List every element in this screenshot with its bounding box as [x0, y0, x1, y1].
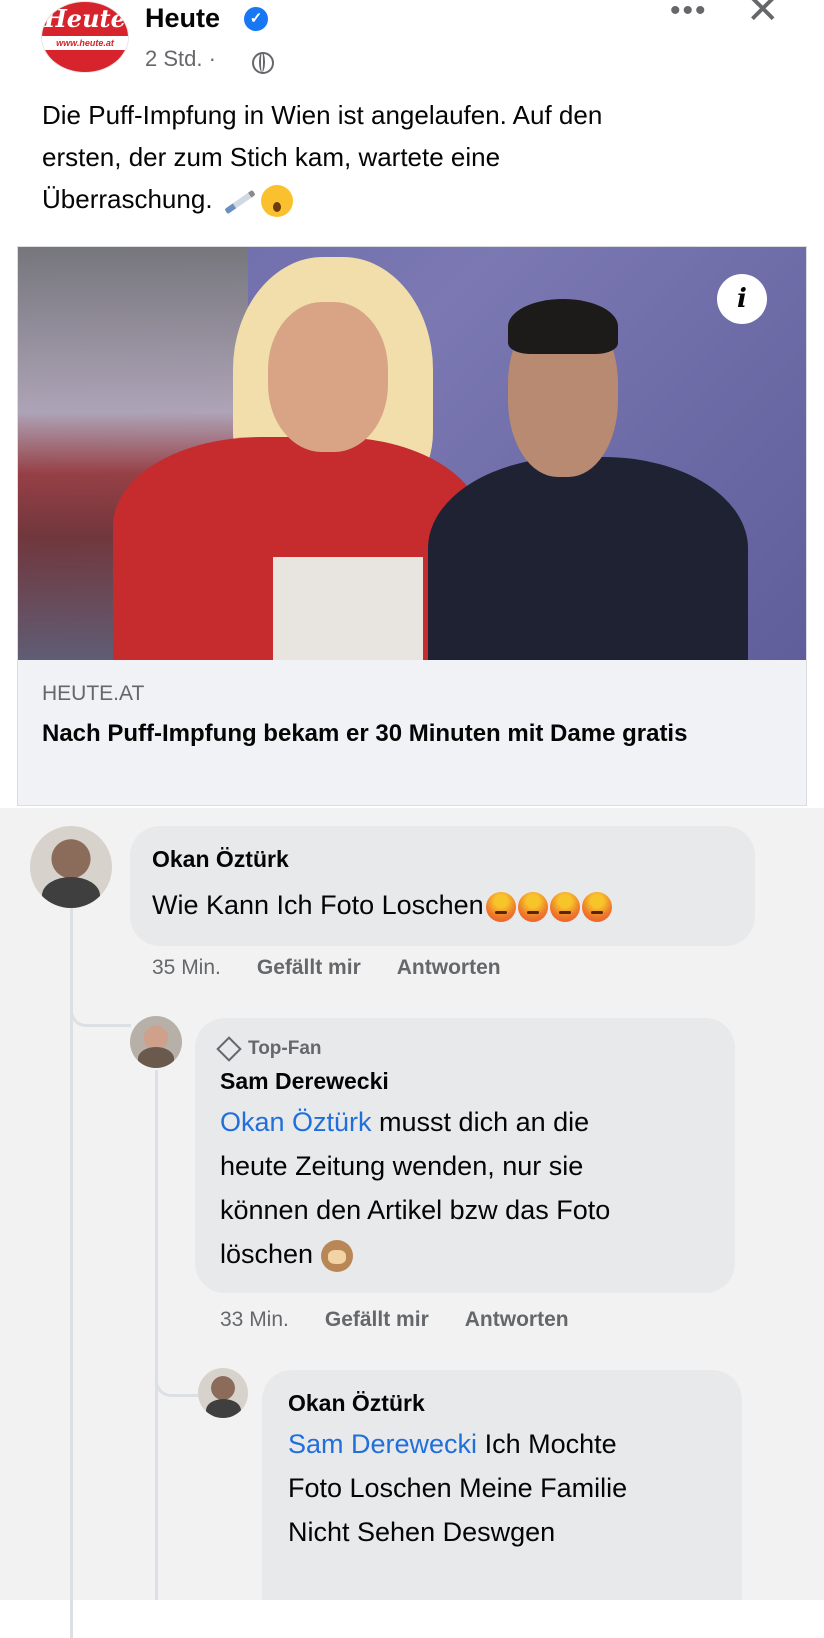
shocked-face-emoji: [260, 185, 293, 218]
post-text: Die Puff-Impfung in Wien ist angelaufen.…: [42, 94, 782, 220]
comment-author[interactable]: Okan Öztürk: [152, 846, 289, 873]
globe-icon: [252, 52, 274, 74]
like-button[interactable]: Gefällt mir: [257, 956, 361, 979]
comment-time[interactable]: 33 Min.: [220, 1308, 289, 1331]
comment-text: Okan Öztürk musst dich an die heute Zeit…: [220, 1100, 720, 1276]
link-title[interactable]: Nach Puff-Impfung bekam er 30 Minuten mi…: [42, 718, 782, 750]
thread-connector: [70, 988, 131, 1027]
logo-text: Heute: [42, 2, 128, 36]
comment-bubble: Okan Öztürk Sam Derewecki Ich Mochte Fot…: [262, 1370, 742, 1600]
angry-face-emoji: [549, 891, 580, 922]
reply-button[interactable]: Antworten: [465, 1308, 569, 1331]
see-no-evil-monkey-emoji: [321, 1239, 354, 1272]
link-domain: HEUTE.AT: [42, 682, 145, 705]
angry-face-emoji: [517, 891, 548, 922]
comment-text-line: können den Artikel bzw das Foto: [220, 1195, 611, 1225]
syringe-icon: [221, 184, 255, 218]
top-fan-badge: Top-Fan: [216, 1036, 322, 1062]
like-button[interactable]: Gefällt mir: [325, 1308, 429, 1331]
comment-text: Wie Kann Ich Foto Loschen: [152, 883, 612, 927]
info-icon[interactable]: i: [717, 274, 767, 324]
comment-text-line: Okan Öztürk musst dich an die: [220, 1100, 720, 1144]
mention-link[interactable]: Sam Derewecki: [288, 1429, 477, 1459]
post-header: Heute www.heute.at Heute ✓ 2 Std. · ••• …: [0, 0, 824, 95]
post-text-line: ersten, der zum Stich kam, wartete eine: [42, 142, 501, 172]
reply-button[interactable]: Antworten: [397, 956, 501, 979]
post-text-line: Die Puff-Impfung in Wien ist angelaufen.…: [42, 100, 603, 130]
mention-link[interactable]: Okan Öztürk: [220, 1107, 372, 1137]
image-man-hair: [508, 299, 618, 354]
comment-text-body: löschen: [220, 1239, 314, 1269]
thread-connector: [155, 1338, 198, 1397]
angry-face-emoji: [485, 891, 516, 922]
comment-author[interactable]: Sam Derewecki: [220, 1068, 389, 1095]
comment-text-line: Nicht Sehen Deswgen: [288, 1517, 556, 1547]
comment-text: Sam Derewecki Ich Mochte Foto Loschen Me…: [288, 1422, 728, 1554]
avatar[interactable]: [198, 1368, 248, 1418]
comment-text-body: musst dich an die: [371, 1107, 590, 1137]
comment-time[interactable]: 35 Min.: [152, 956, 221, 979]
link-preview-card[interactable]: i HEUTE.AT Nach Puff-Impfung bekam er 30…: [17, 246, 807, 806]
link-meta[interactable]: HEUTE.AT Nach Puff-Impfung bekam er 30 M…: [18, 660, 806, 805]
angry-face-emoji: [581, 891, 612, 922]
post-text-line: Überraschung.: [42, 178, 782, 220]
comment-actions: 33 Min. Gefällt mir Antworten: [220, 1308, 605, 1332]
comment-bubble: Okan Öztürk Wie Kann Ich Foto Loschen: [130, 826, 755, 946]
logo-url: www.heute.at: [42, 36, 128, 50]
link-preview-image[interactable]: i: [18, 247, 806, 660]
verified-icon: ✓: [244, 7, 268, 31]
comment-text-line: löschen: [220, 1232, 720, 1276]
logo-stripe: [42, 50, 128, 72]
more-icon[interactable]: •••: [670, 0, 708, 26]
image-man-figure: [428, 299, 748, 660]
avatar[interactable]: [130, 1016, 182, 1068]
image-woman-face: [268, 302, 388, 452]
badge-label: Top-Fan: [248, 1038, 322, 1059]
comment-author[interactable]: Okan Öztürk: [288, 1390, 425, 1417]
thread-line: [155, 1070, 158, 1600]
page-name[interactable]: Heute: [145, 2, 220, 34]
post-timestamp[interactable]: 2 Std. ·: [145, 46, 216, 72]
comment-bubble: Top-Fan Sam Derewecki Okan Öztürk musst …: [195, 1018, 735, 1293]
comment-text-line: Sam Derewecki Ich Mochte: [288, 1422, 728, 1466]
close-icon[interactable]: ✕: [746, 0, 780, 30]
diamond-icon: [216, 1036, 242, 1062]
avatar[interactable]: [30, 826, 112, 908]
post-text-line-end: Überraschung.: [42, 184, 213, 214]
comment-text-body: Ich Mochte: [477, 1429, 617, 1459]
comment-text-line: heute Zeitung wenden, nur sie: [220, 1151, 584, 1181]
comment-text-line: Foto Loschen Meine Familie: [288, 1473, 628, 1503]
heute-logo[interactable]: Heute www.heute.at: [42, 2, 128, 72]
comment-actions: 35 Min. Gefällt mir Antworten: [152, 956, 537, 980]
image-woman-corset: [273, 557, 423, 660]
comments-section: Okan Öztürk Wie Kann Ich Foto Loschen 35…: [0, 808, 824, 1638]
image-man-jacket: [428, 457, 748, 660]
comment-text-body: Wie Kann Ich Foto Loschen: [152, 890, 484, 920]
